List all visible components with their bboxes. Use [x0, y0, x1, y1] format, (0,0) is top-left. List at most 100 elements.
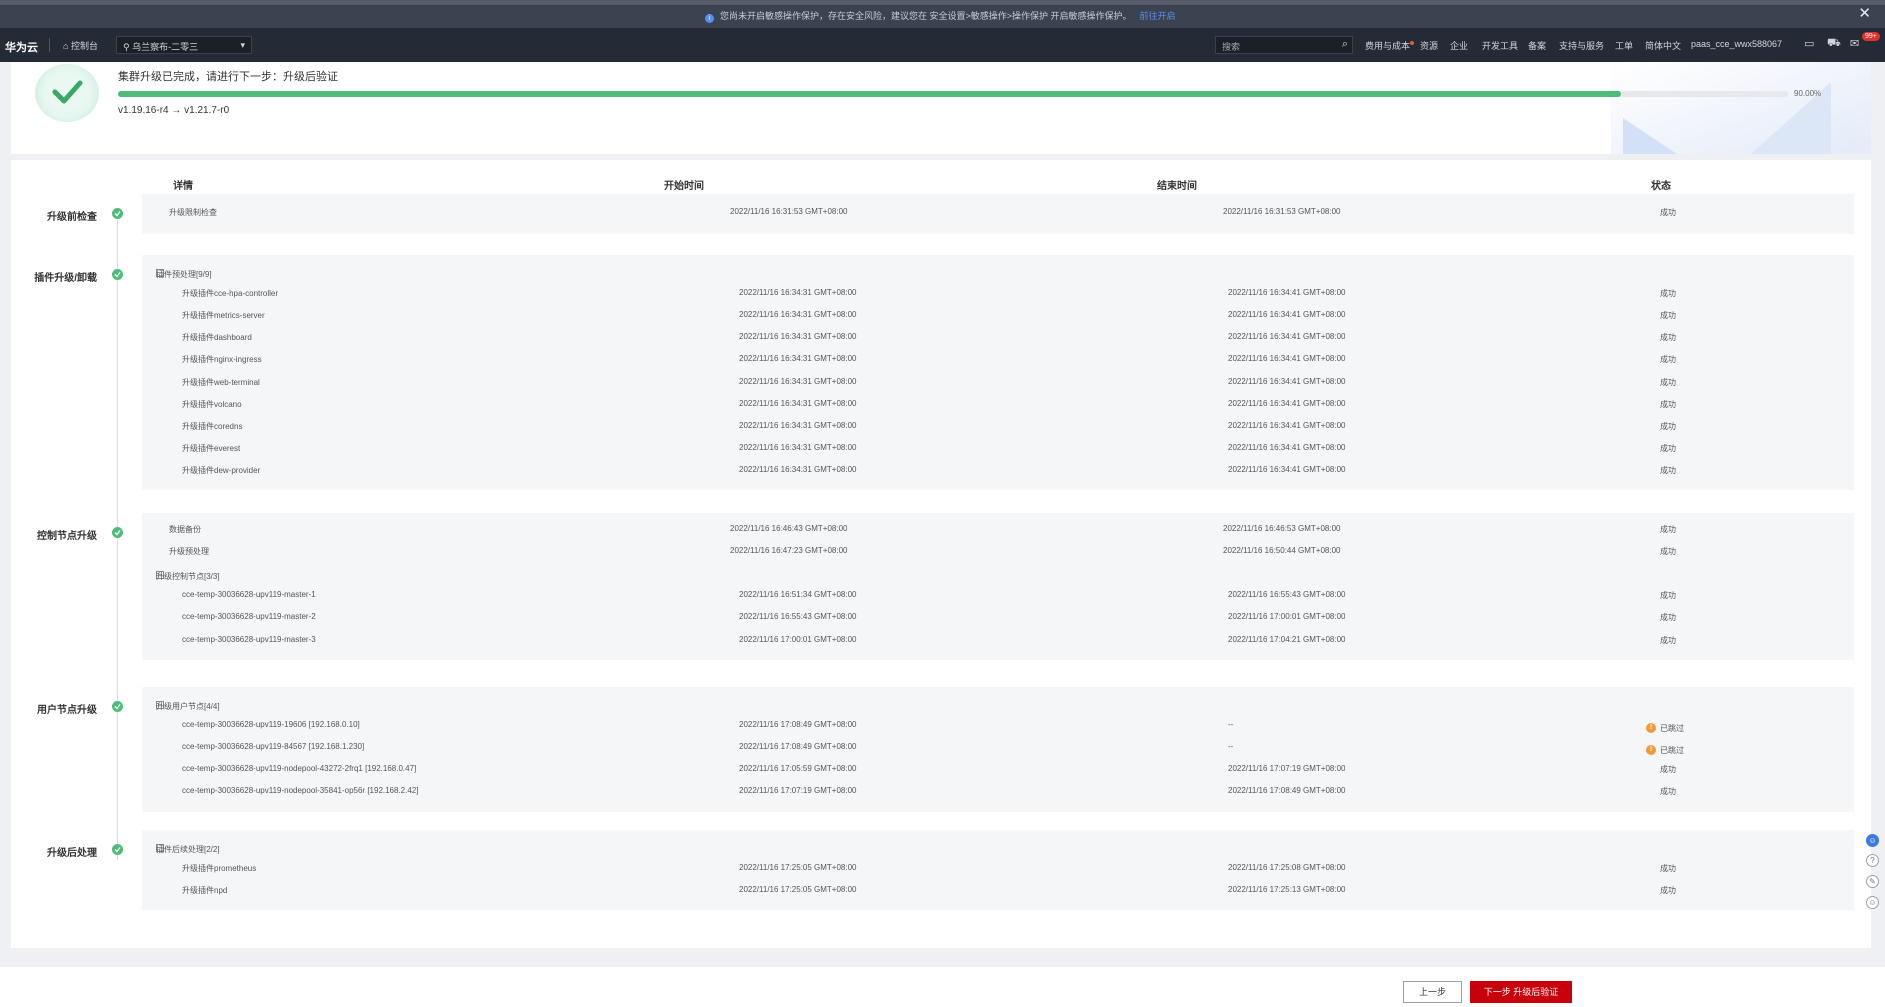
row-end-time: 2022/11/16 17:07:19 GMT+08:00 — [1228, 764, 1346, 774]
progress-title: 集群升级已完成，请进行下一步：升级后验证 — [118, 71, 338, 83]
upgrade-progress-card: 集群升级已完成，请进行下一步：升级后验证 90.00% v1.19.16-r4 … — [11, 62, 1871, 154]
smile-icon[interactable]: ☺ — [1866, 896, 1879, 909]
row-status: 成功 — [1660, 765, 1676, 775]
group-row[interactable]: − 插件后续处理[2/2] — [142, 838, 1854, 854]
nav-cost-label: 费用与成本 — [1365, 41, 1411, 51]
row-start-time: 2022/11/16 16:55:43 GMT+08:00 — [739, 612, 857, 622]
group-row[interactable]: − 升级控制节点[3/3] — [142, 565, 1854, 581]
row-start-time: 2022/11/16 17:05:59 GMT+08:00 — [739, 764, 857, 774]
row-start-time: 2022/11/16 16:34:31 GMT+08:00 — [739, 442, 857, 452]
stage-success-icon — [112, 844, 123, 855]
table-row: 升级插件web-terminal 2022/11/16 16:34:31 GMT+… — [142, 374, 1854, 390]
nav-beian[interactable]: 备案 — [1528, 39, 1546, 52]
row-status: 成功 — [1660, 787, 1676, 797]
nav-devtools[interactable]: 开发工具 — [1482, 39, 1518, 52]
info-icon: i — [705, 14, 714, 23]
customer-service-icon[interactable]: ☺ — [1866, 834, 1879, 847]
stage-block: − 插件预处理[9/9] 升级插件cce-hpa-controller 2022/11… — [142, 255, 1854, 490]
nav-enterprise[interactable]: 企业 — [1450, 39, 1468, 52]
console-label: 控制台 — [70, 41, 98, 51]
column-header-status: 状态 — [1651, 181, 1671, 192]
global-search-input[interactable]: 搜索 ⌕ — [1215, 36, 1353, 54]
row-status: 成功 — [1660, 208, 1676, 217]
nav-cost[interactable]: 费用与成本 — [1365, 39, 1415, 52]
brand-logo[interactable]: 华为云 — [5, 39, 38, 55]
group-row[interactable]: − 升级用户节点[4/4] — [142, 695, 1854, 711]
home-icon: ⌂ — [63, 41, 71, 51]
row-detail: 升级限制检查 — [169, 208, 217, 217]
stage-label: 插件升级/卸载 — [34, 273, 97, 284]
row-status: 成功 — [1660, 421, 1676, 431]
inbox-icon[interactable]: ✉ — [1850, 37, 1859, 50]
prev-step-button[interactable]: 上一步 — [1403, 981, 1462, 1003]
notice-link[interactable]: 前往开启 — [1140, 11, 1176, 21]
table-row: cce-temp-30036628-upv119-84567 [192.168.… — [142, 739, 1854, 756]
row-status: 成功 — [1660, 377, 1676, 387]
table-row: 升级插件dew-provider 2022/11/16 16:34:31 GMT+… — [142, 462, 1854, 478]
nav-support[interactable]: 支持与服务 — [1559, 39, 1604, 52]
row-detail: cce-temp-30036628-upv119-19606 [192.168.… — [182, 720, 360, 730]
help-icon[interactable]: ? — [1866, 854, 1879, 867]
row-detail: 升级预处理 — [169, 547, 209, 557]
row-end-time: 2022/11/16 16:34:41 GMT+08:00 — [1228, 310, 1346, 320]
row-detail: 升级插件dashboard — [182, 333, 252, 343]
row-detail: cce-temp-30036628-upv119-nodepool-43272-… — [182, 764, 417, 774]
table-row: cce-temp-30036628-upv119-master-2 2022/11… — [142, 609, 1854, 625]
row-status: 成功 — [1660, 443, 1676, 453]
user-account[interactable]: paas_cce_wwx588067 — [1691, 39, 1782, 49]
table-row: 升级插件everest 2022/11/16 16:34:31 GMT+08:00… — [142, 440, 1854, 456]
row-end-time: 2022/11/16 16:34:41 GMT+08:00 — [1228, 442, 1346, 452]
cart-icon[interactable]: ⛟ — [1827, 37, 1841, 51]
table-row: 升级插件volcano 2022/11/16 16:34:31 GMT+08:00… — [142, 396, 1854, 412]
stage-block: − 升级用户节点[4/4] cce-temp-30036628-upv119-196… — [142, 687, 1854, 812]
notification-dot — [1410, 41, 1415, 45]
progress-bar — [118, 91, 1788, 97]
row-detail: 升级插件npd — [182, 886, 228, 896]
row-end-time: 2022/11/16 16:34:41 GMT+08:00 — [1228, 332, 1346, 342]
row-status: 成功 — [1660, 864, 1676, 874]
column-header-details: 详情 — [173, 181, 193, 192]
row-detail: 升级插件cce-hpa-controller — [182, 289, 279, 299]
row-detail: 数据备份 — [169, 525, 201, 534]
stage-label: 控制节点升级 — [37, 531, 97, 542]
stage-success-icon — [112, 208, 123, 219]
row-end-time: 2022/11/16 16:46:53 GMT+08:00 — [1223, 524, 1341, 533]
row-start-time: 2022/11/16 17:07:19 GMT+08:00 — [739, 786, 857, 796]
close-icon[interactable]: ✕ — [1858, 4, 1871, 22]
table-row: 升级插件npd 2022/11/16 17:25:05 GMT+08:00 2022… — [142, 882, 1854, 898]
stage-block: − 插件后续处理[2/2] 升级插件prometheus 2022/11/16 17:… — [142, 830, 1854, 911]
group-row[interactable]: − 插件预处理[9/9] — [142, 263, 1854, 279]
group-label: 插件预处理[9/9] — [156, 270, 212, 279]
header-divider — [49, 38, 50, 52]
table-row: 升级插件cce-hpa-controller 2022/11/16 16:34:3… — [142, 285, 1854, 301]
console-home-link[interactable]: ⌂ 控制台 — [63, 39, 98, 52]
message-icon[interactable]: ▭ — [1804, 37, 1814, 50]
warning-icon: ! — [1646, 745, 1656, 756]
table-row: 升级插件metrics-server 2022/11/16 16:34:31 GM… — [142, 307, 1854, 323]
region-selector[interactable]: ⚲ 乌兰察布-二零三 ▾ — [116, 36, 252, 54]
stage-success-icon — [112, 527, 123, 538]
row-end-time: 2022/11/16 17:25:13 GMT+08:00 — [1228, 885, 1346, 895]
row-end-time: -- — [1228, 742, 1234, 752]
table-row: 升级插件coredns 2022/11/16 16:34:31 GMT+08:00… — [142, 418, 1854, 434]
row-detail: cce-temp-30036628-upv119-84567 [192.168.… — [182, 742, 365, 752]
nav-language[interactable]: 简体中文 — [1645, 39, 1681, 52]
nav-resource[interactable]: 资源 — [1420, 39, 1438, 52]
nav-ticket[interactable]: 工单 — [1615, 39, 1633, 52]
stage-label: 用户节点升级 — [37, 705, 97, 716]
row-start-time: 2022/11/16 16:34:31 GMT+08:00 — [739, 354, 857, 364]
notice-message: i 您尚未开启敏感操作保护，存在安全风险，建议您在 安全设置>敏感操作>操作保护 … — [705, 9, 1176, 23]
row-start-time: 2022/11/16 16:34:31 GMT+08:00 — [739, 464, 857, 474]
feedback-icon[interactable]: ✎ — [1866, 875, 1879, 888]
search-icon[interactable]: ⌕ — [1342, 38, 1348, 51]
row-end-time: 2022/11/16 16:34:41 GMT+08:00 — [1228, 398, 1346, 408]
search-placeholder: 搜索 — [1222, 42, 1241, 52]
row-end-time: 2022/11/16 16:55:43 GMT+08:00 — [1228, 590, 1346, 600]
row-status: 成功 — [1660, 886, 1676, 896]
next-step-button[interactable]: 下一步 升级后验证 — [1470, 981, 1572, 1003]
caret-down-icon: ▾ — [240, 40, 245, 50]
top-header: 华为云 ⌂ 控制台 ⚲ 乌兰察布-二零三 ▾ 搜索 ⌕ 费用与成本 资源 企业 … — [0, 28, 1885, 62]
row-detail: 升级插件volcano — [182, 399, 242, 409]
row-end-time: 2022/11/16 16:34:41 GMT+08:00 — [1228, 354, 1346, 364]
row-detail: 升级插件metrics-server — [182, 311, 265, 321]
